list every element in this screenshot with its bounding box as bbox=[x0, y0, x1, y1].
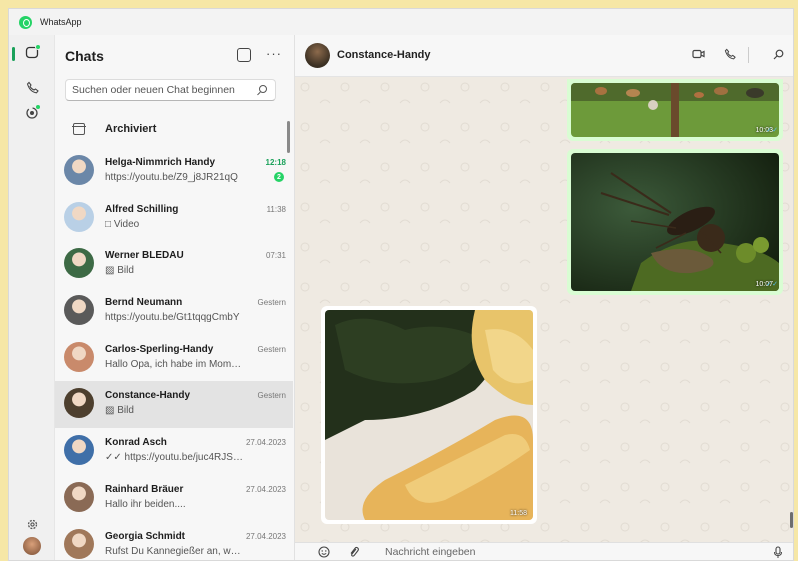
chat-avatar bbox=[64, 341, 94, 372]
chat-avatar bbox=[64, 388, 94, 419]
image-thumbnail[interactable]: 11:58 bbox=[325, 310, 533, 520]
message-image-in[interactable]: 11:58 bbox=[321, 306, 537, 524]
read-receipt-icon: ✓✓ bbox=[766, 281, 778, 288]
chat-avatar bbox=[64, 295, 94, 326]
conversation-header[interactable]: Constance-Handy bbox=[295, 35, 793, 77]
attach-icon[interactable] bbox=[347, 545, 361, 559]
chat-time: Gestern bbox=[257, 344, 286, 354]
food-photo bbox=[325, 310, 533, 520]
chat-time: 11:38 bbox=[266, 204, 286, 214]
message-composer: Nachricht eingeben bbox=[295, 542, 793, 560]
chat-name: Alfred Schilling bbox=[105, 203, 179, 215]
chat-name: Helga-Nimmrich Handy bbox=[105, 157, 216, 168]
chats-unread-dot bbox=[35, 44, 41, 50]
chat-time: 27.04.2023 bbox=[245, 438, 286, 448]
chat-preview: https://youtu.be/Z9_j8JR21qQ bbox=[105, 172, 238, 183]
contact-name[interactable]: Constance-Handy bbox=[337, 49, 431, 61]
chat-avatar bbox=[64, 528, 94, 559]
image-thumbnail[interactable]: 10:07 ✓✓ bbox=[571, 153, 779, 291]
chat-avatar bbox=[64, 481, 94, 512]
chat-time: 07:31 bbox=[265, 251, 286, 261]
whatsapp-logo-icon bbox=[19, 15, 32, 29]
app-window: WhatsApp Chats ··· Suchen oder neuen Cha… bbox=[8, 8, 794, 561]
voice-call-icon[interactable] bbox=[723, 47, 737, 61]
more-options-icon[interactable]: ··· bbox=[266, 46, 282, 61]
new-chat-icon[interactable] bbox=[237, 48, 251, 62]
header-divider bbox=[748, 47, 749, 63]
message-image-out[interactable]: 10:03 ✓✓ bbox=[567, 79, 783, 141]
nav-rail bbox=[9, 35, 55, 560]
chat-time: Gestern bbox=[257, 298, 286, 308]
archived-row[interactable]: Archiviert bbox=[55, 113, 291, 147]
chat-avatar bbox=[64, 155, 94, 185]
active-indicator bbox=[12, 47, 15, 61]
chat-list-item[interactable]: Constance-Handy ▨ Bild Gestern bbox=[55, 381, 293, 429]
chat-time: 27.04.2023 bbox=[245, 531, 286, 541]
image-thumbnail[interactable]: 10:03 ✓✓ bbox=[571, 83, 779, 137]
emoji-icon[interactable] bbox=[317, 545, 331, 559]
conversation-scrollbar[interactable] bbox=[790, 512, 793, 528]
chat-preview: Rufst Du Kannegießer an, wegen R... bbox=[105, 545, 245, 557]
chat-list-item[interactable]: Helga-Nimmrich Handy https://youtu.be/Z9_… bbox=[55, 148, 293, 195]
chats-title: Chats bbox=[65, 48, 104, 64]
chat-list-item[interactable]: Carlos-Sperling-Handy Hallo Opa, ich habe… bbox=[55, 335, 293, 382]
archive-icon bbox=[72, 123, 86, 135]
unread-badge: 2 bbox=[274, 172, 284, 182]
chat-list-item[interactable]: Bernd Neumann https://youtu.be/Gt1tqqgCmb… bbox=[55, 288, 293, 335]
chat-preview: Hallo Opa, ich habe im Moment no... bbox=[105, 358, 245, 370]
chat-name: Georgia Schmidt bbox=[105, 530, 186, 542]
microphone-icon[interactable] bbox=[771, 545, 785, 559]
search-messages-icon[interactable] bbox=[771, 47, 785, 61]
chat-name: Constance-Handy bbox=[105, 390, 191, 402]
status-icon[interactable] bbox=[24, 104, 41, 121]
chats-panel: Chats ··· Suchen oder neuen Chat beginne… bbox=[55, 35, 295, 561]
status-unread-dot bbox=[35, 104, 41, 110]
settings-icon[interactable] bbox=[24, 516, 40, 532]
chat-name: Konrad Asch bbox=[105, 437, 167, 449]
calls-icon[interactable] bbox=[24, 79, 40, 95]
profile-avatar[interactable] bbox=[23, 537, 41, 555]
chat-preview: Hallo ihr beiden.... bbox=[105, 498, 186, 510]
chat-list-item[interactable]: Alfred Schilling □ Video 11:38 bbox=[55, 195, 293, 242]
chat-list: Helga-Nimmrich Handy https://youtu.be/Z9_… bbox=[55, 148, 293, 561]
chat-time: Gestern bbox=[257, 391, 286, 401]
chat-name: Werner BLEDAU bbox=[105, 250, 184, 262]
search-placeholder: Suchen oder neuen Chat beginnen bbox=[72, 84, 235, 96]
chat-name: Carlos-Sperling-Handy bbox=[105, 343, 214, 355]
chickens-photo bbox=[571, 83, 779, 137]
search-icon bbox=[259, 85, 267, 93]
video-call-icon[interactable] bbox=[691, 47, 705, 61]
chats-header: Chats ··· bbox=[55, 35, 294, 77]
chat-name: Rainhard Bräuer bbox=[105, 483, 184, 495]
message-image-out[interactable]: 10:07 ✓✓ bbox=[567, 149, 783, 295]
chats-icon[interactable] bbox=[24, 44, 41, 61]
chat-preview: ▨ Bild bbox=[105, 265, 134, 277]
chat-preview: □ Video bbox=[105, 218, 140, 230]
chat-list-item[interactable]: Rainhard Bräuer Hallo ihr beiden.... 27.04… bbox=[55, 475, 293, 522]
archived-label: Archiviert bbox=[105, 123, 157, 135]
message-time: 11:58 bbox=[510, 510, 527, 517]
beetle-photo bbox=[571, 153, 779, 291]
read-receipt-icon: ✓✓ bbox=[766, 127, 778, 134]
chat-list-item[interactable]: Konrad Asch ✓✓ https://youtu.be/juc4RJSE7… bbox=[55, 428, 293, 475]
chat-preview: https://youtu.be/Gt1tqqgCmbY bbox=[105, 312, 240, 324]
chat-preview: ▨ Bild bbox=[105, 405, 134, 417]
chat-avatar bbox=[64, 248, 94, 279]
chat-list-item[interactable]: Werner BLEDAU ▨ Bild 07:31 bbox=[55, 241, 293, 288]
chat-list-item[interactable]: Georgia Schmidt Rufst Du Kannegießer an, … bbox=[55, 522, 293, 561]
conversation-pane: Constance-Handy 10:03 ✓✓ 10:07 ✓✓ 11:58 … bbox=[295, 35, 793, 560]
chat-avatar bbox=[64, 201, 94, 232]
window-title: WhatsApp bbox=[40, 17, 82, 27]
chat-time: 27.04.2023 bbox=[245, 484, 286, 494]
search-input[interactable]: Suchen oder neuen Chat beginnen bbox=[65, 79, 276, 101]
message-input[interactable]: Nachricht eingeben bbox=[385, 546, 475, 558]
title-bar: WhatsApp bbox=[9, 9, 793, 35]
chat-preview: ✓✓ https://youtu.be/juc4RJSE7Yw bbox=[105, 452, 245, 464]
chat-time: 12:18 bbox=[265, 158, 286, 167]
chat-name: Bernd Neumann bbox=[105, 297, 183, 309]
contact-avatar[interactable] bbox=[305, 43, 330, 68]
chat-avatar bbox=[64, 435, 94, 466]
